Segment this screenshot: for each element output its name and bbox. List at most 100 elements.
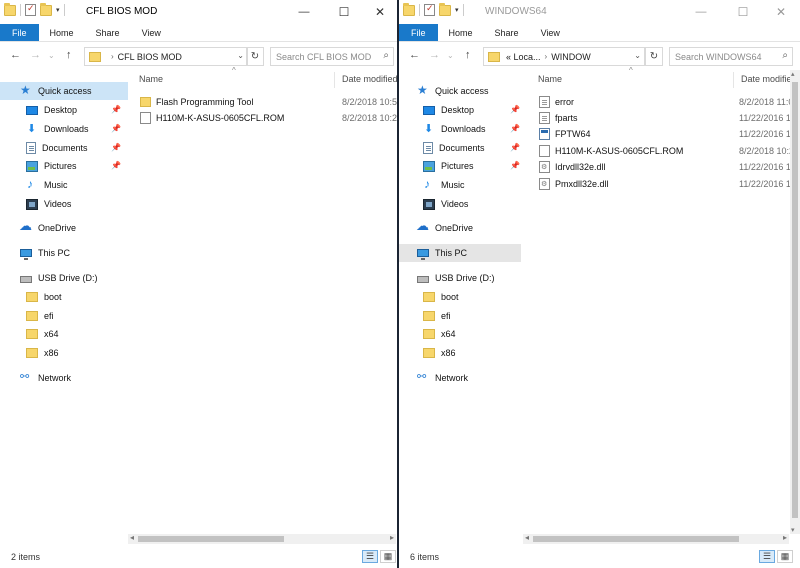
breadcrumb[interactable]: WINDOW: [551, 52, 591, 62]
scroll-up-icon[interactable]: ▴: [791, 70, 795, 78]
scroll-down-icon[interactable]: ▾: [791, 526, 795, 534]
nav-folder-x86[interactable]: x86: [0, 344, 59, 362]
minimize-button[interactable]: —: [683, 0, 719, 24]
nav-item-videos[interactable]: Videos: [0, 195, 71, 213]
nav-network[interactable]: Network: [399, 369, 468, 387]
list-item[interactable]: H110M-K-ASUS-0605CFL.ROM 8/2/2018 10:29: [140, 110, 397, 126]
title-bar[interactable]: ▾ CFL BIOS MOD — ☐ ✕: [0, 0, 397, 24]
scrollbar-thumb[interactable]: [533, 536, 739, 542]
pin-icon[interactable]: 📌: [510, 105, 520, 114]
nav-item-documents[interactable]: Documents: [0, 139, 88, 157]
nav-item-desktop[interactable]: Desktop: [0, 101, 77, 119]
pin-icon[interactable]: 📌: [510, 124, 520, 133]
up-arrow-icon[interactable]: ↑: [465, 49, 471, 61]
horizontal-scrollbar[interactable]: ◂ ▸: [523, 533, 789, 544]
tab-file[interactable]: File: [399, 24, 438, 41]
large-icons-view-button[interactable]: ▦: [777, 550, 793, 563]
pin-icon[interactable]: 📌: [510, 143, 520, 152]
nav-item-music[interactable]: Music: [0, 176, 68, 194]
nav-onedrive[interactable]: OneDrive: [399, 218, 473, 237]
breadcrumb[interactable]: CFL BIOS MOD: [118, 52, 182, 62]
nav-this-pc[interactable]: This PC: [0, 244, 70, 262]
minimize-button[interactable]: —: [286, 0, 322, 24]
customize-toolbar-icon[interactable]: ▾: [56, 6, 60, 14]
properties-icon[interactable]: [25, 3, 36, 16]
recent-locations-icon[interactable]: ⌄: [48, 51, 55, 60]
nav-item-downloads[interactable]: Downloads: [399, 120, 486, 138]
scroll-right-icon[interactable]: ▸: [390, 533, 394, 542]
breadcrumb[interactable]: « Loca...: [506, 52, 541, 62]
pin-icon[interactable]: 📌: [111, 105, 121, 114]
close-button[interactable]: ✕: [763, 0, 799, 24]
scroll-right-icon[interactable]: ▸: [783, 533, 787, 542]
tab-file[interactable]: File: [0, 24, 39, 41]
title-bar[interactable]: ▾ WINDOWS64 — ☐ ✕: [399, 0, 800, 24]
tab-share[interactable]: Share: [85, 24, 131, 41]
details-view-button[interactable]: ☰: [362, 550, 378, 563]
nav-item-pictures[interactable]: Pictures: [0, 157, 77, 175]
column-divider[interactable]: [334, 72, 335, 88]
forward-arrow-icon[interactable]: →: [30, 49, 41, 61]
pin-icon[interactable]: 📌: [111, 143, 121, 152]
nav-usb-drive[interactable]: USB Drive (D:): [0, 269, 98, 287]
large-icons-view-button[interactable]: ▦: [380, 550, 396, 563]
new-folder-icon[interactable]: [439, 2, 451, 16]
properties-icon[interactable]: [424, 3, 435, 16]
nav-folder-efi[interactable]: efi: [399, 307, 451, 325]
nav-folder-boot[interactable]: boot: [0, 288, 62, 306]
nav-folder-efi[interactable]: efi: [0, 307, 54, 325]
tab-share[interactable]: Share: [484, 24, 530, 41]
list-item[interactable]: Idrvdll32e.dll 11/22/2016 11:: [539, 159, 798, 175]
nav-quick-access[interactable]: Quick access: [399, 82, 521, 100]
details-view-button[interactable]: ☰: [759, 550, 775, 563]
column-header-date[interactable]: Date modified: [342, 74, 397, 84]
scroll-left-icon[interactable]: ◂: [130, 533, 134, 542]
column-header-name[interactable]: Name: [139, 74, 163, 84]
nav-usb-drive[interactable]: USB Drive (D:): [399, 269, 495, 287]
nav-folder-x64[interactable]: x64: [0, 325, 59, 343]
address-bar[interactable]: « Loca... › WINDOW ⌄: [483, 47, 645, 66]
tab-view[interactable]: View: [530, 24, 571, 41]
back-arrow-icon[interactable]: ←: [409, 49, 420, 61]
chevron-down-icon[interactable]: ⌄: [237, 51, 244, 60]
nav-item-downloads[interactable]: Downloads: [0, 120, 89, 138]
scrollbar-thumb[interactable]: [792, 82, 798, 518]
search-input[interactable]: Search CFL BIOS MOD ⌕: [270, 47, 394, 66]
list-item[interactable]: error 8/2/2018 11:02: [539, 94, 798, 110]
tab-home[interactable]: Home: [39, 24, 85, 41]
nav-item-desktop[interactable]: Desktop: [399, 101, 474, 119]
list-item[interactable]: FPTW64 11/22/2016 11:: [539, 126, 798, 142]
nav-onedrive[interactable]: OneDrive: [0, 218, 76, 237]
up-arrow-icon[interactable]: ↑: [66, 49, 72, 61]
horizontal-scrollbar[interactable]: ◂ ▸: [128, 533, 396, 544]
scrollbar-thumb[interactable]: [138, 536, 284, 542]
recent-locations-icon[interactable]: ⌄: [447, 51, 454, 60]
nav-folder-x64[interactable]: x64: [399, 325, 456, 343]
nav-folder-boot[interactable]: boot: [399, 288, 459, 306]
nav-item-videos[interactable]: Videos: [399, 195, 468, 213]
customize-toolbar-icon[interactable]: ▾: [455, 6, 459, 14]
close-button[interactable]: ✕: [362, 0, 397, 24]
pin-icon[interactable]: 📌: [510, 161, 520, 170]
search-input[interactable]: Search WINDOWS64 ⌕: [669, 47, 793, 66]
column-header-date[interactable]: Date modified: [741, 74, 797, 84]
nav-item-pictures[interactable]: Pictures: [399, 157, 474, 175]
column-header-name[interactable]: Name: [538, 74, 562, 84]
list-item[interactable]: Pmxdll32e.dll 11/22/2016 11:: [539, 176, 798, 192]
nav-network[interactable]: Network: [0, 369, 71, 387]
vertical-scrollbar[interactable]: ▴ ▾: [790, 70, 800, 534]
nav-folder-x86[interactable]: x86: [399, 344, 456, 362]
list-item[interactable]: H110M-K-ASUS-0605CFL.ROM 8/2/2018 10:29: [539, 143, 799, 159]
scroll-left-icon[interactable]: ◂: [525, 533, 529, 542]
address-bar[interactable]: › CFL BIOS MOD ⌄: [84, 47, 248, 66]
tab-view[interactable]: View: [131, 24, 172, 41]
column-divider[interactable]: [733, 72, 734, 88]
nav-item-music[interactable]: Music: [399, 176, 465, 194]
list-item[interactable]: fparts 11/22/2016 11:: [539, 110, 798, 126]
maximize-button[interactable]: ☐: [725, 0, 761, 24]
pin-icon[interactable]: 📌: [111, 124, 121, 133]
maximize-button[interactable]: ☐: [326, 0, 362, 24]
new-folder-icon[interactable]: [40, 2, 52, 16]
refresh-button[interactable]: ↻: [246, 47, 264, 66]
pin-icon[interactable]: 📌: [111, 161, 121, 170]
